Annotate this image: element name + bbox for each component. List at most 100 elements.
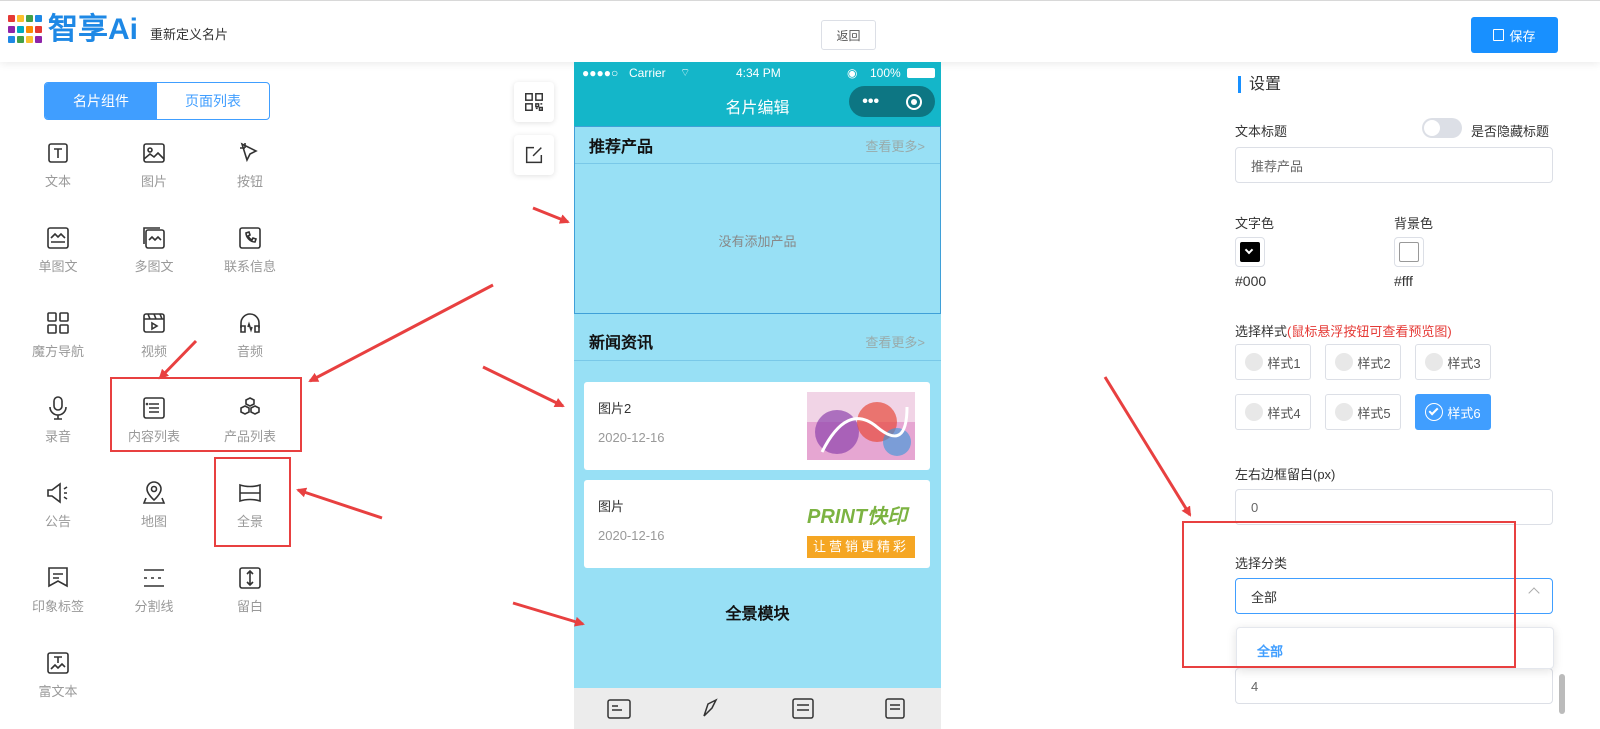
mini-program-capsule[interactable]: ••• [849, 86, 935, 117]
style-label: 选择样式(鼠标悬浮按钮可查看预览图) [1235, 321, 1452, 340]
style-option-2[interactable]: 样式2 [1325, 344, 1401, 380]
sort-input[interactable]: 4 [1235, 668, 1553, 704]
logo-text: 智享Ai [48, 13, 138, 46]
component-tag[interactable]: 印象标签 [18, 565, 98, 625]
text-title-input[interactable]: 推荐产品 [1235, 147, 1553, 183]
whitespace-icon [239, 567, 261, 589]
page-scrollbar[interactable] [1558, 62, 1566, 729]
component-contact[interactable]: 联系信息 [210, 225, 290, 285]
status-time: 4:34 PM [736, 66, 781, 80]
divider-icon [144, 569, 164, 587]
news-section-header: 新闻资讯 查看更多> [574, 322, 941, 359]
bg-color-value: #fff [1394, 273, 1413, 289]
back-button[interactable]: 返回 [821, 20, 876, 50]
highlight-box-category [1182, 521, 1516, 668]
style-option-label: 样式6 [1447, 405, 1481, 421]
style-option-label: 样式4 [1267, 405, 1301, 421]
top-header: 智享Ai 重新定义名片 返回 保存 [0, 0, 1600, 62]
text-color-value: #000 [1235, 273, 1267, 289]
text-color-picker[interactable] [1235, 237, 1265, 267]
pen-tab-icon[interactable] [698, 696, 724, 720]
hide-title-toggle[interactable] [1422, 118, 1462, 138]
highlight-box-list-components [110, 377, 302, 452]
component-text[interactable]: 文本 [18, 140, 98, 200]
qr-code-icon [525, 93, 543, 111]
style-hint: (鼠标悬浮按钮可查看预览图) [1287, 324, 1452, 339]
news-card[interactable]: 图片2 2020-12-16 [584, 382, 930, 470]
news-card-thumbnail: PRINT快印 让营销更精彩 [807, 490, 915, 558]
component-label: 分割线 [134, 599, 174, 614]
document-tab-icon[interactable] [882, 696, 908, 720]
style-option-3[interactable]: 样式3 [1415, 344, 1491, 380]
component-headphones[interactable]: 音频 [210, 310, 290, 370]
style-option-1[interactable]: 样式1 [1235, 344, 1311, 380]
card-tab-icon[interactable] [606, 696, 632, 720]
save-label: 保存 [1509, 28, 1536, 44]
products-block[interactable]: 没有添加产品 [574, 126, 941, 314]
component-divider[interactable]: 分割线 [114, 565, 194, 625]
style-option-4[interactable]: 样式4 [1235, 394, 1311, 430]
tag-icon [48, 567, 68, 588]
list-tab-icon[interactable] [790, 696, 816, 720]
component-label: 按钮 [236, 174, 263, 189]
arrow [532, 206, 570, 224]
style-option-5[interactable]: 样式5 [1325, 394, 1401, 430]
wifi-icon: ⌔ [680, 67, 691, 79]
component-single-article[interactable]: 单图文 [18, 225, 98, 285]
close-target-icon[interactable] [905, 93, 922, 110]
component-map-pin[interactable]: 地图 [114, 480, 194, 540]
component-rich-text[interactable]: 富文本 [18, 650, 98, 710]
component-label: 印象标签 [31, 599, 84, 614]
qr-code-button[interactable] [514, 82, 554, 122]
component-image[interactable]: 图片 [114, 140, 194, 200]
text-icon [48, 143, 68, 163]
contact-icon [239, 227, 261, 249]
news-card[interactable]: 图片 2020-12-16 PRINT快印 让营销更精彩 [584, 480, 930, 568]
logo-mark-icon [8, 15, 44, 45]
phone-status-bar: ●●●●○ Carrier ⌔ 4:34 PM ◉ 100% [574, 62, 941, 84]
news-card-date: 2020-12-16 [598, 528, 665, 543]
news-card-title: 图片 [598, 499, 625, 514]
component-grid-nav[interactable]: 魔方导航 [18, 310, 98, 370]
tab-page-list[interactable]: 页面列表 [157, 83, 269, 119]
logo-subtitle: 重新定义名片 [150, 27, 229, 42]
component-label: 录音 [44, 429, 71, 444]
news-title: 新闻资讯 [589, 335, 654, 352]
save-icon [1493, 29, 1505, 41]
style-option-label: 样式3 [1447, 355, 1481, 371]
style-option-label: 样式2 [1357, 355, 1391, 371]
component-announcement[interactable]: 公告 [18, 480, 98, 540]
scrollbar-thumb[interactable] [1559, 674, 1565, 714]
component-label: 视频 [140, 344, 167, 359]
phone-preview: ●●●●○ Carrier ⌔ 4:34 PM ◉ 100% 名片编辑 ••• … [574, 62, 941, 729]
component-multi-article[interactable]: 多图文 [114, 225, 194, 285]
text-color-label: 文字色 [1235, 216, 1275, 231]
section-divider [575, 163, 940, 164]
battery-percent: 100% [870, 66, 901, 80]
component-label: 单图文 [38, 259, 78, 274]
news-card-date: 2020-12-16 [598, 430, 665, 445]
bg-color-picker[interactable] [1394, 237, 1424, 267]
lock-rotation-icon: ◉ [847, 66, 858, 80]
component-label: 文本 [44, 174, 71, 189]
tab-card-components[interactable]: 名片组件 [45, 83, 157, 119]
arrow [482, 365, 565, 408]
panorama-module-title[interactable]: 全景模块 [574, 600, 941, 624]
radio-circle-icon [1335, 353, 1354, 371]
color-dropdown-icon [1240, 242, 1260, 262]
component-microphone[interactable]: 录音 [18, 395, 98, 455]
edit-button[interactable] [514, 135, 554, 175]
more-dots-icon[interactable]: ••• [862, 93, 879, 111]
component-label: 公告 [44, 514, 71, 529]
component-whitespace[interactable]: 留白 [210, 565, 290, 625]
padding-input[interactable]: 0 [1235, 489, 1553, 525]
news-more-link[interactable]: 查看更多> [865, 332, 925, 351]
component-button-pointer[interactable]: 按钮 [210, 140, 290, 200]
component-video[interactable]: 视频 [114, 310, 194, 370]
left-panel-tabs: 名片组件 页面列表 [44, 82, 270, 120]
save-button[interactable]: 保存 [1471, 17, 1558, 53]
news-card-thumbnail [807, 392, 915, 460]
style-option-6[interactable]: 样式6 [1415, 394, 1491, 430]
image-icon [143, 143, 165, 163]
style-option-label: 样式5 [1357, 405, 1391, 421]
